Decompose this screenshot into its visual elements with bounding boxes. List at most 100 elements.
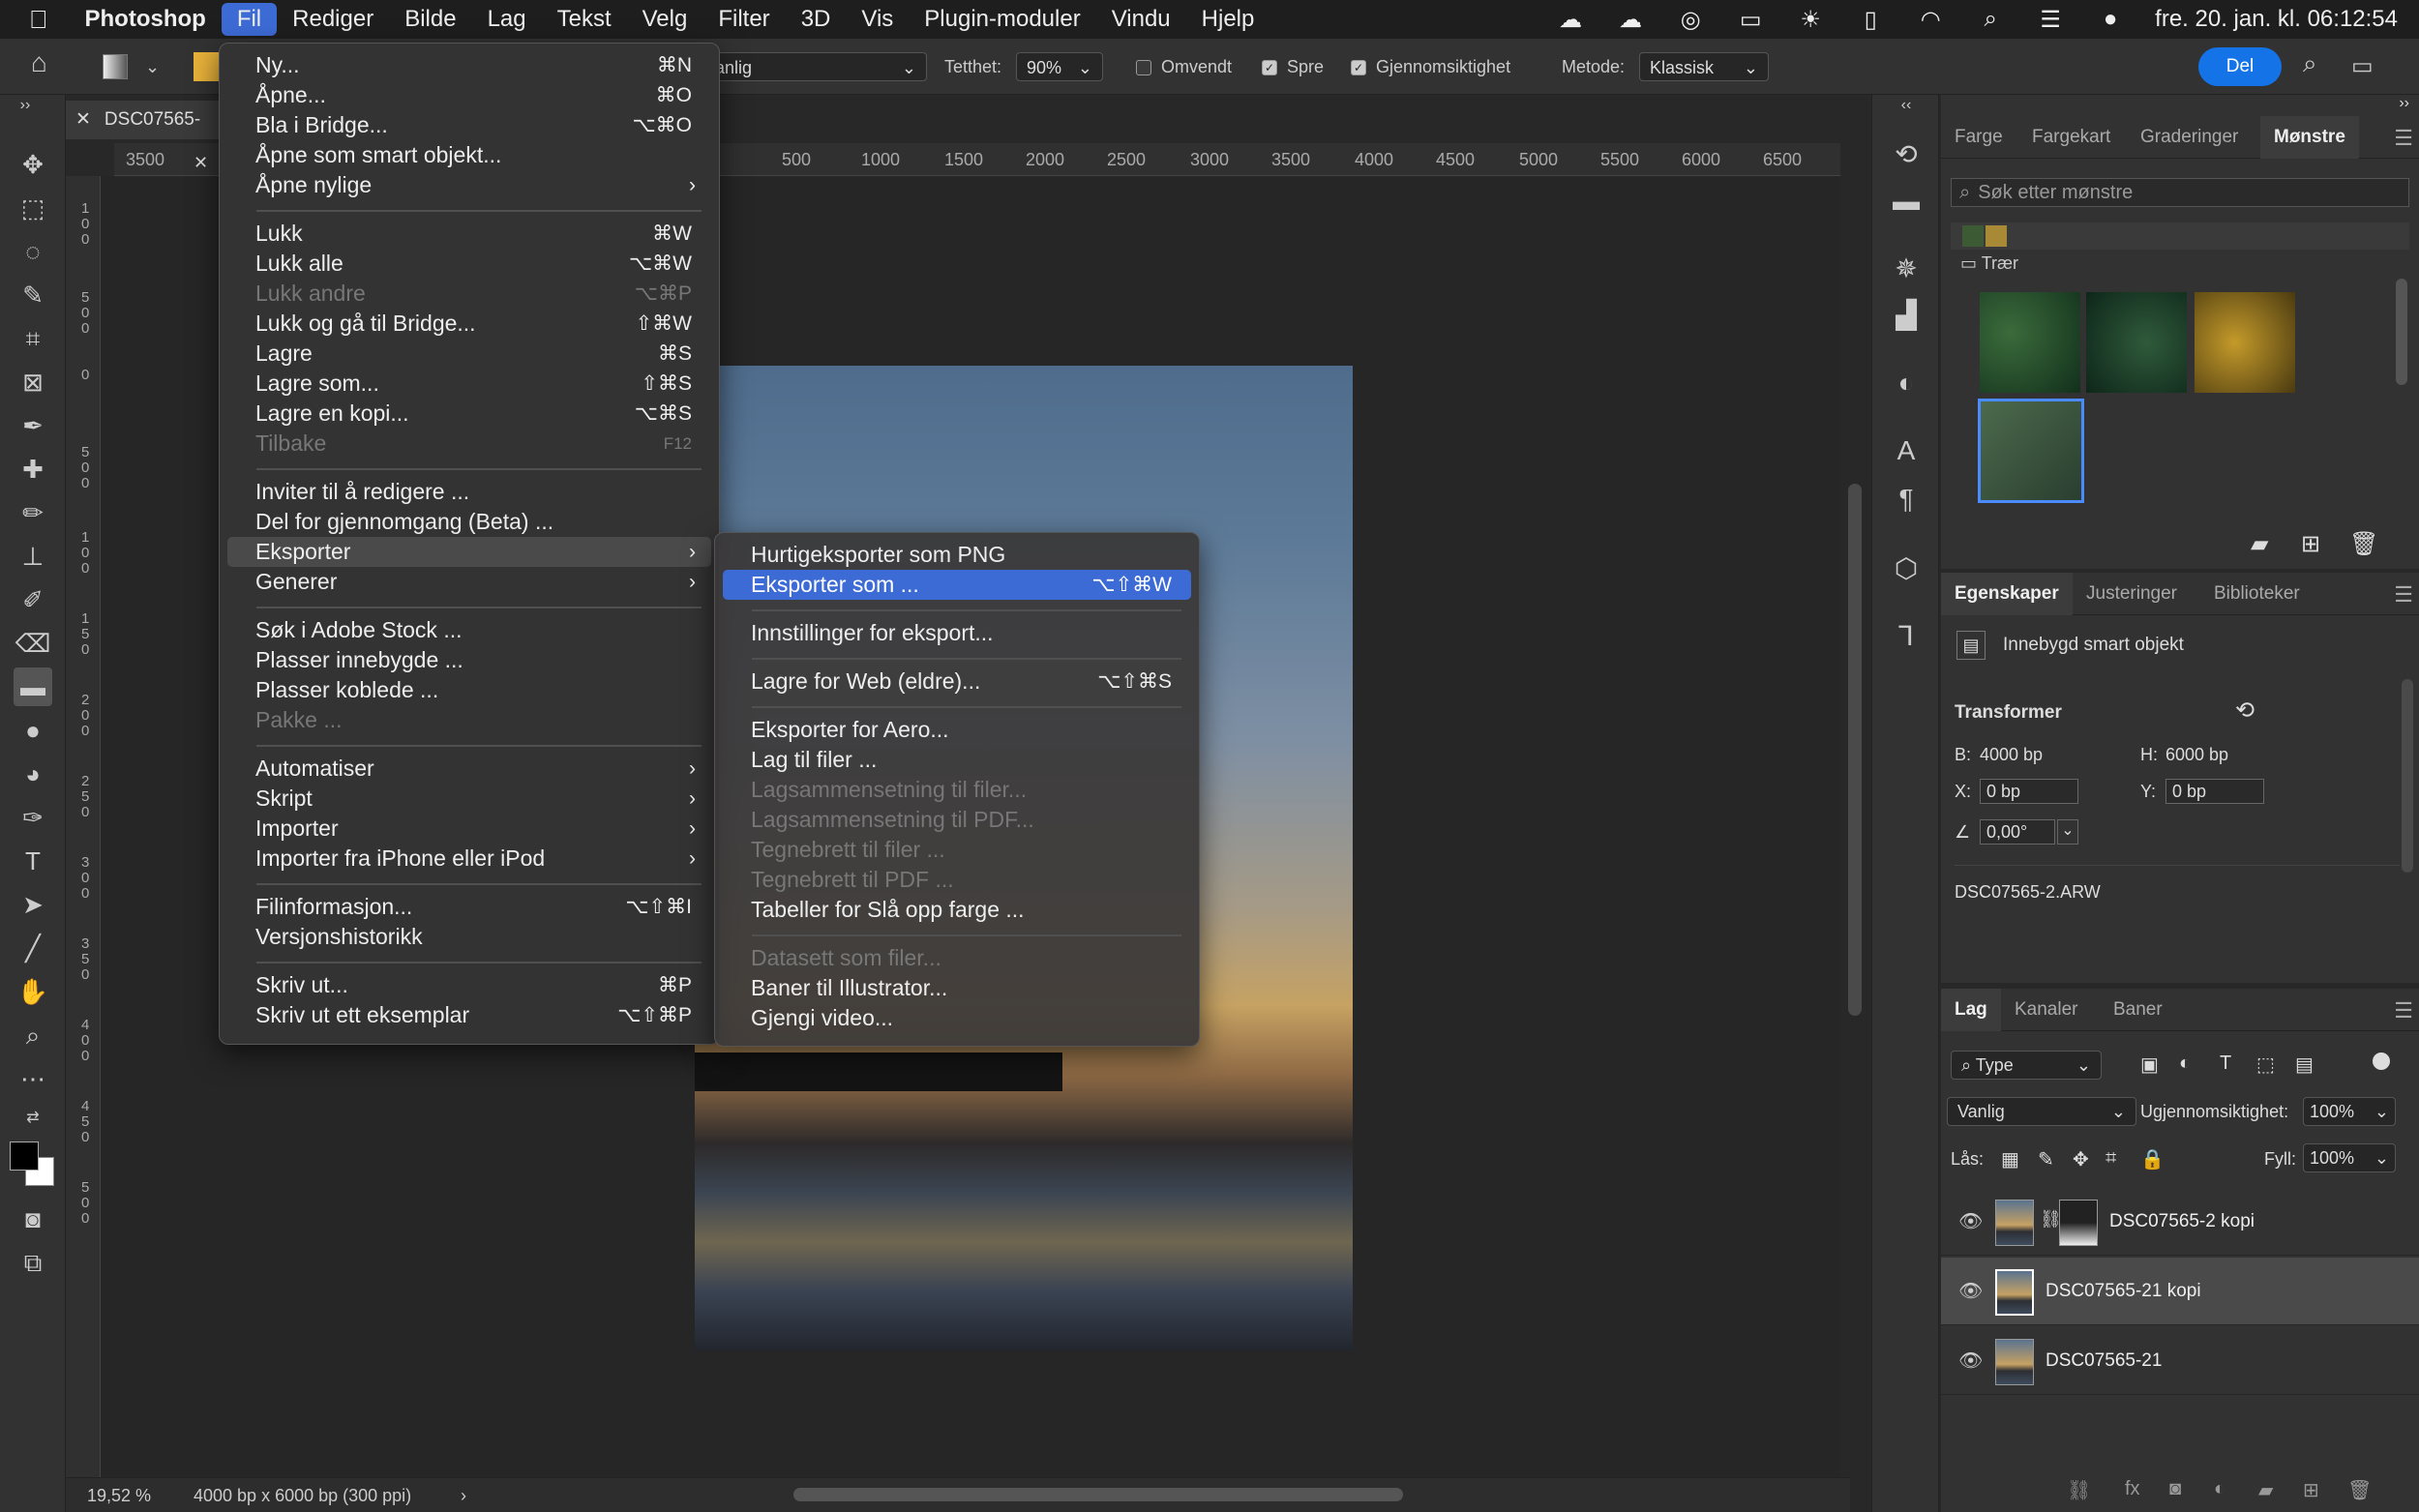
filter-toggle[interactable] bbox=[2373, 1052, 2390, 1070]
pattern-tile[interactable] bbox=[2086, 292, 2187, 393]
filter-shape-icon[interactable]: ⬚ bbox=[2256, 1052, 2275, 1077]
marquee-tool-icon[interactable]: ⬚ bbox=[14, 189, 52, 227]
lock-artboard-icon[interactable]: ⌗ bbox=[2105, 1147, 2116, 1170]
menu-item-place-linked[interactable]: Plasser koblede ... bbox=[227, 675, 711, 705]
menu-item-close-bridge[interactable]: Lukk og gå til Bridge... ⇧⌘W bbox=[227, 309, 711, 339]
swap-colors-icon[interactable]: ⇄ bbox=[14, 1109, 52, 1128]
menu-item-print-one[interactable]: Skriv ut ett eksemplar ⌥⇧⌘P bbox=[227, 1000, 711, 1030]
lock-all-icon[interactable]: 🔒 bbox=[2140, 1147, 2165, 1171]
collapse-icon[interactable]: ›› bbox=[6, 95, 45, 116]
menu-item-share-review[interactable]: Del for gjennomgang (Beta) ... bbox=[227, 507, 711, 537]
menu-velg[interactable]: Velg bbox=[627, 0, 703, 39]
tab-channels[interactable]: Kanaler bbox=[2015, 989, 2078, 1031]
lock-pixels-icon[interactable]: ✎ bbox=[2038, 1147, 2054, 1171]
share-button[interactable]: Del bbox=[2198, 47, 2282, 86]
link-layers-icon[interactable]: ⛓ bbox=[2067, 1478, 2091, 1502]
add-mask-icon[interactable]: ◙ bbox=[2169, 1478, 2181, 1500]
tab-paths[interactable]: Baner bbox=[2113, 989, 2163, 1031]
filter-adjustment-icon[interactable]: ◐ bbox=[2179, 1052, 2191, 1075]
panel-menu-icon[interactable]: ☰ bbox=[2394, 998, 2413, 1023]
menu-item-scripts[interactable]: Skript › bbox=[227, 784, 711, 814]
filter-pixel-icon[interactable]: ▣ bbox=[2140, 1052, 2159, 1077]
home-icon[interactable]: ⌂ bbox=[31, 48, 47, 77]
submenu-save-for-web[interactable]: Lagre for Web (eldre)... ⌥⇧⌘S bbox=[723, 667, 1191, 697]
lock-transparency-icon[interactable]: ▦ bbox=[2001, 1147, 2019, 1171]
tab-adjustments[interactable]: Justeringer bbox=[2086, 573, 2177, 615]
eyedropper-icon[interactable]: ✒ bbox=[14, 406, 52, 445]
menu-item-import-iphone[interactable]: Importer fra iPhone eller iPod › bbox=[227, 844, 711, 874]
menu-item-version-history[interactable]: Versjonshistorikk bbox=[227, 922, 711, 952]
horizontal-scrollbar[interactable] bbox=[793, 1488, 1403, 1501]
menu-item-open-recent[interactable]: Åpne nylige › bbox=[227, 170, 711, 200]
search-box[interactable]: ⌕ Søk etter mønstre bbox=[1951, 178, 2409, 207]
foreground-color-swatch[interactable] bbox=[10, 1141, 39, 1171]
crop-tool-icon[interactable]: ⌗ bbox=[14, 319, 52, 358]
new-pattern-icon[interactable]: ⊞ bbox=[2301, 530, 2320, 558]
zoom-level[interactable]: 19,52 % bbox=[87, 1486, 151, 1506]
submenu-export-settings[interactable]: Innstillinger for eksport... bbox=[723, 618, 1191, 648]
menu-plugin[interactable]: Plugin-moduler bbox=[909, 0, 1095, 39]
frame-tool-icon[interactable]: ⊠ bbox=[14, 363, 52, 401]
pattern-tile[interactable] bbox=[1980, 292, 2080, 393]
app-menu[interactable]: Photoshop bbox=[70, 0, 222, 39]
navigator-icon[interactable]: ✵ bbox=[1887, 250, 1926, 288]
panel-menu-icon[interactable]: ☰ bbox=[2394, 582, 2413, 608]
collapse-panel-icon[interactable]: ›› bbox=[2399, 95, 2409, 112]
battery-icon[interactable]: ▯ bbox=[1855, 6, 1886, 33]
width-value[interactable]: 4000 bp bbox=[1980, 745, 2043, 765]
delete-icon[interactable]: 🗑 bbox=[2349, 530, 2378, 558]
document-tab[interactable]: ✕ DSC07565- bbox=[66, 101, 221, 139]
clock[interactable]: fre. 20. jan. kl. 06:12:54 bbox=[2155, 6, 2398, 33]
submenu-export-as[interactable]: Eksporter som ... ⌥⇧⌘W bbox=[723, 570, 1191, 600]
zoom-tool-icon[interactable]: ⌕ bbox=[14, 1016, 52, 1054]
tab-color[interactable]: Farge bbox=[1955, 116, 2003, 159]
panel-scrollbar[interactable] bbox=[2396, 279, 2407, 385]
layer-mask-thumbnail[interactable] bbox=[2059, 1200, 2098, 1246]
type-tool-icon[interactable]: T bbox=[14, 842, 52, 880]
siri-icon[interactable]: ● bbox=[2095, 6, 2126, 33]
tab-gradients[interactable]: Graderinger bbox=[2140, 116, 2238, 159]
pattern-group-header[interactable]: ▭ Trær bbox=[1960, 253, 2018, 269]
creative-cloud-icon[interactable]: ☁ bbox=[1555, 6, 1586, 33]
vertical-scrollbar[interactable] bbox=[1848, 484, 1862, 1016]
dither-checkbox[interactable]: ✓ Spre bbox=[1262, 52, 1324, 81]
menu-item-file-info[interactable]: Filinformasjon... ⌥⇧⌘I bbox=[227, 892, 711, 922]
menu-item-close-all[interactable]: Lukk alle ⌥⌘W bbox=[227, 249, 711, 279]
pen-tool-icon[interactable]: ✑ bbox=[14, 798, 52, 837]
submenu-export-aero[interactable]: Eksporter for Aero... bbox=[723, 715, 1191, 745]
paragraph-icon[interactable]: ¶ bbox=[1887, 480, 1926, 519]
menu-item-save-copy[interactable]: Lagre en kopi... ⌥⌘S bbox=[227, 399, 711, 429]
new-group-icon[interactable]: ▰ bbox=[2251, 530, 2268, 558]
history-brush-icon[interactable]: ✐ bbox=[14, 580, 52, 619]
menu-hjelp[interactable]: Hjelp bbox=[1186, 0, 1270, 39]
menu-item-generate[interactable]: Generer › bbox=[227, 567, 711, 597]
character-icon[interactable]: A bbox=[1887, 431, 1926, 470]
quick-select-icon[interactable]: ✎ bbox=[14, 276, 52, 314]
menu-item-bridge[interactable]: Bla i Bridge... ⌥⌘O bbox=[227, 110, 711, 140]
menu-item-print[interactable]: Skriv ut... ⌘P bbox=[227, 970, 711, 1000]
angle-dropdown-icon[interactable]: ⌄ bbox=[2057, 819, 2078, 845]
layer-filter-select[interactable]: ⌕ Type ⌄ bbox=[1951, 1051, 2102, 1080]
wifi-icon[interactable]: ◠ bbox=[1915, 6, 1946, 33]
menu-item-open[interactable]: Åpne... ⌘O bbox=[227, 80, 711, 110]
menu-item-new[interactable]: Ny... ⌘N bbox=[227, 50, 711, 80]
stamp-tool-icon[interactable]: ⊥ bbox=[14, 537, 52, 576]
reset-transform-icon[interactable]: ⟲ bbox=[2235, 697, 2255, 725]
display-icon[interactable]: ▭ bbox=[1735, 6, 1766, 33]
hand-tool-icon[interactable]: ✋ bbox=[14, 972, 52, 1011]
brush-tool-icon[interactable]: ✏ bbox=[14, 493, 52, 532]
brightness-icon[interactable]: ☀ bbox=[1795, 6, 1826, 33]
airdrop-icon[interactable]: ◎ bbox=[1675, 6, 1706, 33]
menu-lag[interactable]: Lag bbox=[472, 0, 542, 39]
transparency-checkbox[interactable]: ✓ Gjennomsiktighet bbox=[1351, 52, 1510, 81]
control-center-icon[interactable]: ☰ bbox=[2035, 6, 2066, 33]
menu-bilde[interactable]: Bilde bbox=[389, 0, 471, 39]
lasso-tool-icon[interactable]: ◌ bbox=[14, 232, 52, 271]
recent-pattern-swatch[interactable] bbox=[1962, 225, 1984, 247]
3d-icon[interactable]: ⬡ bbox=[1887, 549, 1926, 588]
menu-item-place-embedded[interactable]: Plasser innebygde ... bbox=[227, 645, 711, 675]
fill-input[interactable]: 100% ⌄ bbox=[2303, 1143, 2396, 1172]
filter-type-icon[interactable]: T bbox=[2220, 1052, 2231, 1075]
menu-item-import[interactable]: Importer › bbox=[227, 814, 711, 844]
histogram-icon[interactable]: ▟ bbox=[1887, 296, 1926, 335]
